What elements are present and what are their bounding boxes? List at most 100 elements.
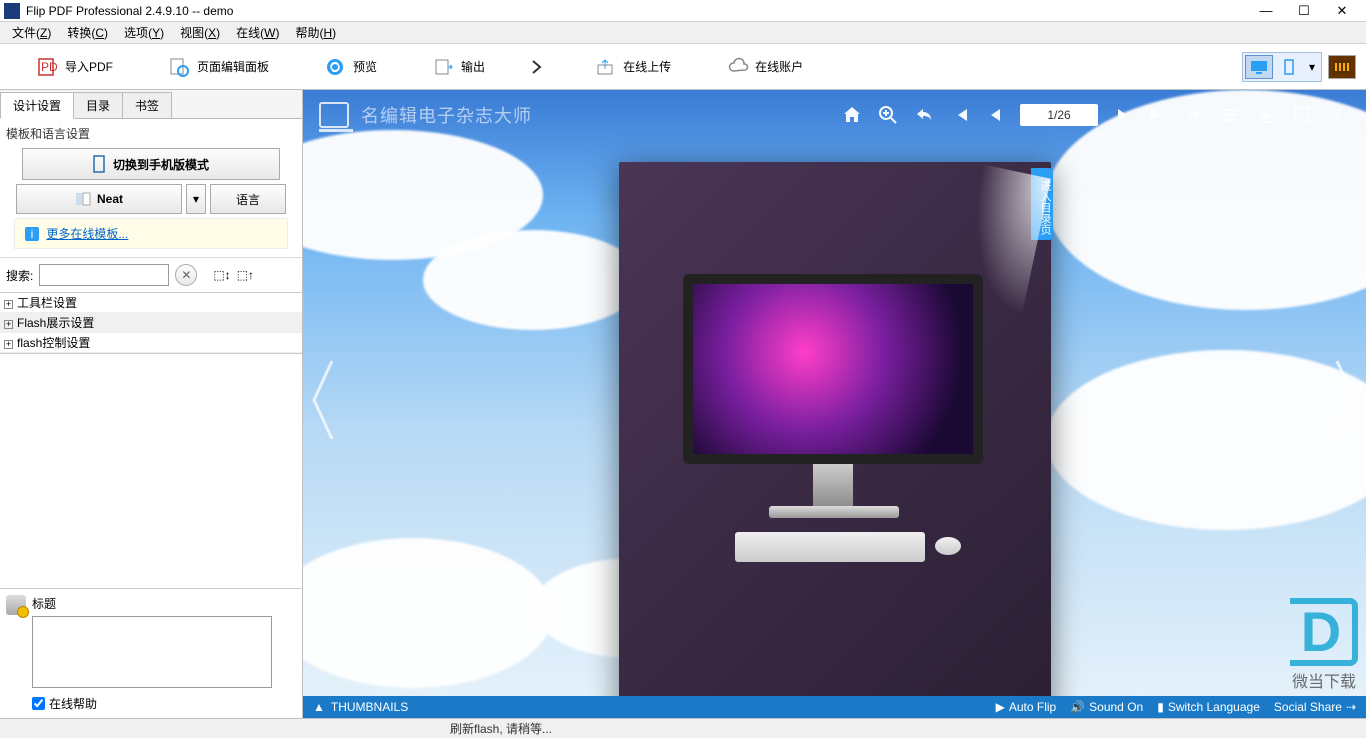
cloud-icon	[727, 57, 747, 77]
maximize-button[interactable]: ☐	[1294, 3, 1314, 19]
triangle-up-icon: ▲	[313, 700, 325, 714]
import-pdf-button[interactable]: PDF 导入PDF	[10, 50, 140, 84]
tab-bookmark[interactable]: 书签	[122, 92, 172, 118]
refresh-icon	[325, 57, 345, 77]
search-row: 搜索: ✕ ⬚↕ ⬚↑	[0, 258, 302, 292]
info-icon[interactable]: i	[1326, 103, 1350, 127]
sound-button[interactable]: 🔊Sound On	[1070, 700, 1143, 714]
switch-mobile-button[interactable]: 切换到手机版模式	[22, 148, 280, 180]
flag-icon: ▮	[1157, 700, 1164, 714]
window-title: Flip PDF Professional 2.4.9.10 -- demo	[26, 4, 1256, 18]
page-editor-button[interactable]: 页面编辑面板	[142, 50, 296, 84]
book-page[interactable]: 进入目录页 Click to view in fullscreen	[619, 162, 1051, 718]
toolbar: PDF 导入PDF 页面编辑面板 预览 输出 在线上传 在线账户 ▾	[0, 44, 1366, 90]
title-label: 标题	[32, 595, 272, 612]
template-dropdown-button[interactable]: ▾	[186, 184, 206, 214]
search-clear-button[interactable]: ✕	[175, 264, 197, 286]
view-mode-group: ▾	[1242, 52, 1322, 82]
close-button[interactable]: ✕	[1332, 3, 1352, 19]
output-icon	[433, 57, 453, 77]
sidebar-tabs: 设计设置 目录 书签	[0, 90, 302, 119]
status-text: 刷新flash, 请稍等...	[450, 720, 552, 737]
home-icon[interactable]	[840, 103, 864, 127]
status-bar: 刷新flash, 请稍等...	[0, 718, 1366, 738]
share-icon: ⇢	[1346, 700, 1356, 714]
undo-icon[interactable]	[912, 103, 936, 127]
preview-button[interactable]: 预览	[298, 50, 404, 84]
monitor-graphic	[683, 274, 983, 464]
tree-flash-display[interactable]: +Flash展示设置	[0, 313, 302, 333]
watermark: D 微当下载	[1290, 598, 1358, 692]
app-icon	[4, 3, 20, 19]
tab-design[interactable]: 设计设置	[0, 92, 74, 119]
menu-online[interactable]: 在线(W)	[228, 22, 287, 43]
gear-page-icon	[169, 57, 189, 77]
redo-icon[interactable]	[1182, 103, 1206, 127]
fullscreen-icon[interactable]	[1290, 103, 1314, 127]
sidebar: 设计设置 目录 书签 模板和语言设置 切换到手机版模式 Neat ▾ 语言 i …	[0, 90, 303, 718]
apply-icon[interactable]	[6, 595, 26, 615]
menu-bar: 文件(Z) 转换(C) 选项(Y) 视图(X) 在线(W) 帮助(H)	[0, 22, 1366, 44]
search-label: 搜索:	[6, 267, 33, 284]
preview-footer: ▲ THUMBNAILS ▶Auto Flip 🔊Sound On ▮Switc…	[303, 696, 1366, 718]
menu-icon[interactable]	[1218, 103, 1242, 127]
sound-icon: 🔊	[1070, 700, 1085, 714]
expand-all-icon[interactable]: ⬚↕	[213, 268, 230, 282]
search-input[interactable]	[39, 264, 169, 286]
watermark-logo-icon: D	[1290, 598, 1358, 666]
tree-toolbar-settings[interactable]: +工具栏设置	[0, 293, 302, 313]
more-templates-row: i 更多在线模板...	[14, 218, 288, 249]
minimize-button[interactable]: —	[1256, 3, 1276, 19]
page-indicator[interactable]: 1/26	[1020, 104, 1098, 126]
output-button[interactable]: 输出	[406, 50, 512, 84]
account-button[interactable]: 在线账户	[700, 50, 830, 84]
online-help-checkbox[interactable]: 在线帮助	[32, 695, 296, 712]
upload-button[interactable]: 在线上传	[568, 50, 698, 84]
mobile-icon	[93, 155, 105, 173]
menu-view[interactable]: 视图(X)	[172, 22, 228, 43]
preview-pane: 名编辑电子杂志大师 1/26 i 进入目录页 Click	[303, 90, 1366, 718]
prev-page-icon[interactable]	[984, 103, 1008, 127]
chevron-right-icon	[530, 57, 550, 77]
tab-toc[interactable]: 目录	[73, 92, 123, 118]
info-icon: i	[25, 227, 39, 241]
brand-logo-icon	[319, 102, 349, 128]
svg-text:PDF: PDF	[41, 60, 57, 74]
brand-text: 名编辑电子杂志大师	[361, 102, 532, 128]
menu-help[interactable]: 帮助(H)	[287, 22, 344, 43]
menu-options[interactable]: 选项(Y)	[116, 22, 172, 43]
view-desktop-button[interactable]	[1245, 55, 1273, 79]
view-code-button[interactable]	[1328, 55, 1356, 79]
first-page-icon[interactable]	[948, 103, 972, 127]
mouse-graphic	[935, 537, 961, 555]
prev-arrow[interactable]	[303, 290, 343, 510]
upload-icon	[595, 57, 615, 77]
menu-convert[interactable]: 转换(C)	[59, 22, 116, 43]
last-page-icon[interactable]	[1146, 103, 1170, 127]
language-button[interactable]: 语言	[210, 184, 286, 214]
zoom-in-icon[interactable]	[876, 103, 900, 127]
tree-flash-control[interactable]: +flash控制设置	[0, 333, 302, 353]
more-templates-link[interactable]: 更多在线模板...	[46, 227, 128, 241]
switch-language-button[interactable]: ▮Switch Language	[1157, 700, 1260, 714]
title-panel: 标题 在线帮助	[0, 588, 302, 718]
settings-tree: +工具栏设置 +Flash展示设置 +flash控制设置	[0, 292, 302, 354]
social-share-button[interactable]: Social Share⇢	[1274, 700, 1356, 714]
title-bar: Flip PDF Professional 2.4.9.10 -- demo —…	[0, 0, 1366, 22]
menu-file[interactable]: 文件(Z)	[4, 22, 59, 43]
collapse-all-icon[interactable]: ⬚↑	[237, 268, 254, 282]
auto-flip-button[interactable]: ▶Auto Flip	[996, 700, 1057, 714]
title-textarea[interactable]	[32, 616, 272, 688]
view-dropdown-button[interactable]: ▾	[1305, 55, 1319, 79]
play-icon: ▶	[996, 700, 1005, 714]
download-icon[interactable]	[1254, 103, 1278, 127]
template-icon	[75, 192, 91, 206]
next-page-icon[interactable]	[1110, 103, 1134, 127]
template-select-button[interactable]: Neat	[16, 184, 182, 214]
template-section-label: 模板和语言设置	[6, 123, 296, 144]
keyboard-graphic	[735, 532, 925, 562]
next-arrow[interactable]	[1326, 290, 1366, 510]
preview-header: 名编辑电子杂志大师 1/26 i	[303, 90, 1366, 140]
view-mobile-button[interactable]	[1275, 55, 1303, 79]
thumbnails-button[interactable]: ▲ THUMBNAILS	[313, 700, 408, 714]
